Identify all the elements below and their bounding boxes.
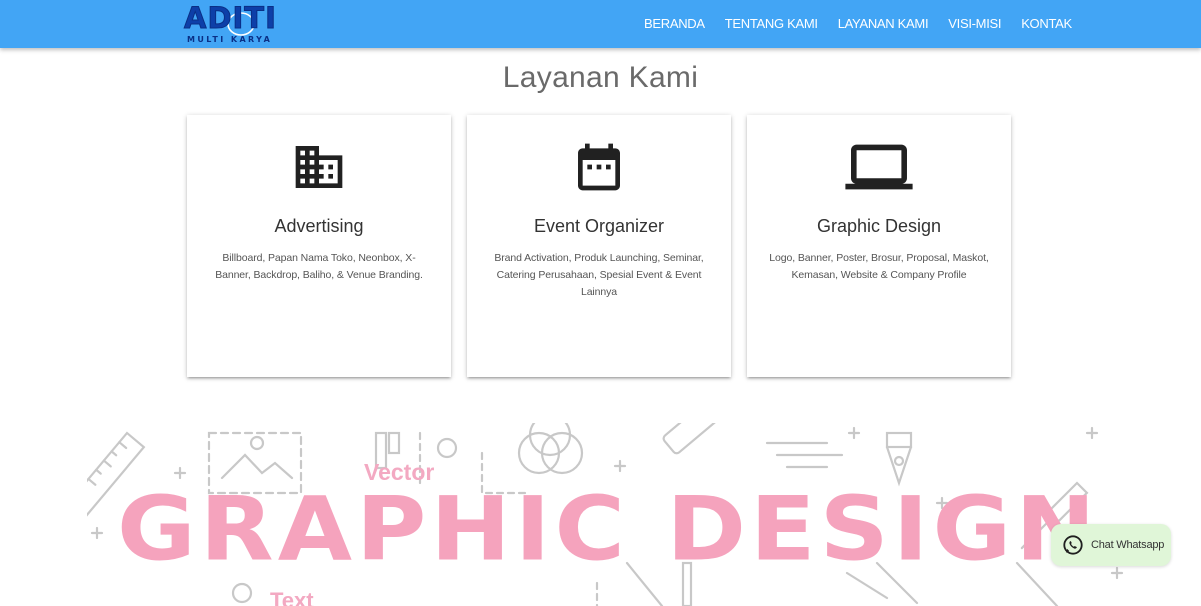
- brand-logo[interactable]: ADITI MULTI KARYA: [184, 2, 288, 46]
- chat-whatsapp-button[interactable]: Chat Whatsapp: [1051, 524, 1171, 566]
- chat-whatsapp-label: Chat Whatsapp: [1091, 539, 1165, 551]
- laptop-icon: [747, 139, 1011, 195]
- service-description: Brand Activation, Produk Launching, Semi…: [494, 252, 704, 298]
- graphic-design-banner: Vector GRAPHIC DESIGN Text: [87, 423, 1142, 606]
- nav-link-visi-misi[interactable]: VISI-MISI: [938, 0, 1011, 48]
- nav-link-beranda[interactable]: BERANDA: [634, 0, 715, 48]
- top-navbar: ADITI MULTI KARYA BERANDA TENTANG KAMI L…: [0, 0, 1201, 48]
- service-card-graphic-design: Graphic Design Logo, Banner, Poster, Bro…: [747, 115, 1011, 377]
- main-menu: BERANDA TENTANG KAMI LAYANAN KAMI VISI-M…: [634, 0, 1082, 48]
- logo-tagline: MULTI KARYA: [187, 35, 273, 44]
- service-card-advertising: Advertising Billboard, Papan Nama Toko, …: [187, 115, 451, 377]
- calendar-icon: [467, 139, 731, 195]
- nav-link-tentang-kami[interactable]: TENTANG KAMI: [715, 0, 828, 48]
- whatsapp-icon: [1063, 535, 1083, 555]
- service-description: Logo, Banner, Poster, Brosur, Proposal, …: [769, 252, 989, 281]
- building-icon: [187, 139, 451, 195]
- nav-link-kontak[interactable]: KONTAK: [1011, 0, 1082, 48]
- banner-headline: GRAPHIC DESIGN: [117, 477, 1100, 581]
- logo-wordmark: ADITI: [184, 1, 277, 35]
- service-description: Billboard, Papan Nama Toko, Neonbox, X-B…: [215, 252, 423, 281]
- service-title: Event Organizer: [533, 216, 665, 236]
- service-card-event-organizer: Event Organizer Brand Activation, Produk…: [467, 115, 731, 377]
- section-title: Layanan Kami: [502, 61, 699, 94]
- service-title: Advertising: [274, 216, 364, 236]
- service-title: Graphic Design: [816, 216, 942, 236]
- banner-text-word: Text: [270, 588, 314, 606]
- nav-link-layanan-kami[interactable]: LAYANAN KAMI: [828, 0, 939, 48]
